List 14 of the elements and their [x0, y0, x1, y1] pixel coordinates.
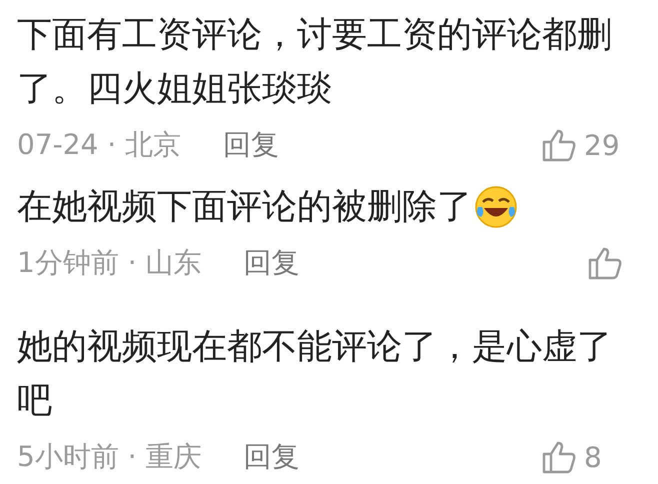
comment-time-location: 07-24 · 北京 — [17, 127, 182, 163]
reply-link[interactable]: 回复 — [223, 126, 280, 164]
thumbs-up-icon[interactable] — [542, 440, 576, 474]
like-count: 8 — [584, 440, 603, 474]
comment-time-location: 1分钟前 · 山东 — [17, 245, 202, 281]
like-count: 29 — [584, 128, 621, 162]
thumbs-up-icon[interactable] — [542, 128, 576, 162]
comment-text: 她的视频现在都不能评论了，是心虚了 吧 — [17, 326, 612, 423]
reply-link[interactable]: 回复 — [244, 438, 300, 476]
reply-link[interactable]: 回复 — [244, 244, 300, 282]
comment-time-location: 5小时前 · 重庆 — [17, 439, 202, 475]
comment-text: 在她视频下面评论的被删除了 — [17, 186, 472, 229]
thumbs-up-icon[interactable] — [588, 246, 622, 280]
comment-text: 下面有工资评论，讨要工资的评论都删 了。四火姐姐张琰琰 — [17, 14, 612, 111]
